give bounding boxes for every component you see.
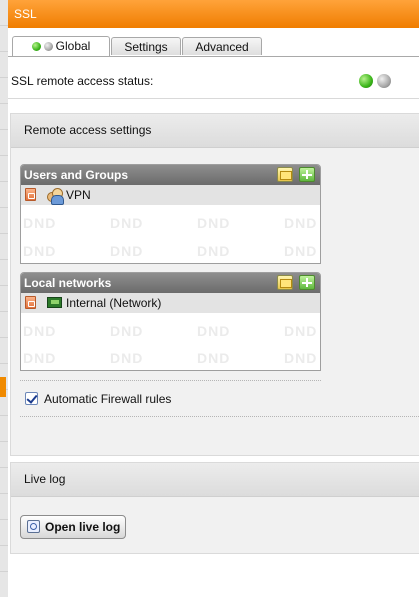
list-item[interactable]: VPN xyxy=(21,185,320,205)
list-item-label: Internal (Network) xyxy=(66,296,162,310)
users-and-groups-list[interactable]: Users and Groups VPN DND DND DND DND DND DND… xyxy=(20,164,321,264)
automatic-firewall-rules-label[interactable]: Automatic Firewall rules xyxy=(44,392,171,406)
remove-icon[interactable] xyxy=(25,188,36,201)
status-on-lamp-icon[interactable] xyxy=(359,74,373,88)
tab-bar: Global Settings Advanced xyxy=(8,28,419,57)
tab-settings[interactable]: Settings xyxy=(111,37,181,55)
window-left-strip xyxy=(0,0,8,597)
folder-icon[interactable] xyxy=(277,167,293,182)
window-left-accent xyxy=(0,377,6,397)
drop-zone[interactable]: DND DND DND DND DND DND DND DND xyxy=(21,205,320,263)
tab-advanced-label: Advanced xyxy=(195,40,249,54)
list-item-label: VPN xyxy=(66,188,91,202)
live-log-panel: Live log xyxy=(10,462,419,554)
divider xyxy=(20,380,321,381)
folder-icon[interactable] xyxy=(277,275,293,290)
drop-zone[interactable]: DND DND DND DND DND DND DND DND xyxy=(21,313,320,370)
open-live-log-label: Open live log xyxy=(45,520,121,534)
window-title: SSL xyxy=(14,7,37,21)
automatic-firewall-rules-checkbox[interactable] xyxy=(25,392,38,405)
add-icon[interactable] xyxy=(299,167,315,182)
status-green-dot-icon xyxy=(31,42,41,51)
users-and-groups-header: Users and Groups xyxy=(21,165,320,185)
ssl-status-row: SSL remote access status: xyxy=(8,62,419,99)
users-group-icon xyxy=(46,187,64,205)
add-icon[interactable] xyxy=(299,275,315,290)
divider xyxy=(20,416,419,417)
window-header: SSL xyxy=(8,0,419,28)
users-and-groups-title: Users and Groups xyxy=(24,168,129,182)
tab-advanced[interactable]: Advanced xyxy=(182,37,262,55)
list-item[interactable]: Internal (Network) xyxy=(21,293,320,313)
remote-access-title: Remote access settings xyxy=(11,114,419,148)
live-log-title: Live log xyxy=(11,463,419,497)
tab-global-label: Global xyxy=(55,39,91,53)
tab-settings-label: Settings xyxy=(124,40,168,54)
local-networks-header: Local networks xyxy=(21,273,320,293)
network-icon xyxy=(47,297,62,308)
local-networks-title: Local networks xyxy=(24,276,112,290)
log-window-icon xyxy=(27,520,40,533)
local-networks-list[interactable]: Local networks Internal (Network) DND DND… xyxy=(20,272,321,371)
ssl-status-label: SSL remote access status: xyxy=(11,74,154,88)
status-grey-dot-icon xyxy=(43,42,53,51)
remove-icon[interactable] xyxy=(25,296,36,309)
tab-global[interactable]: Global xyxy=(12,36,110,56)
open-live-log-button[interactable]: Open live log xyxy=(20,515,126,539)
status-off-lamp-icon[interactable] xyxy=(377,74,391,88)
